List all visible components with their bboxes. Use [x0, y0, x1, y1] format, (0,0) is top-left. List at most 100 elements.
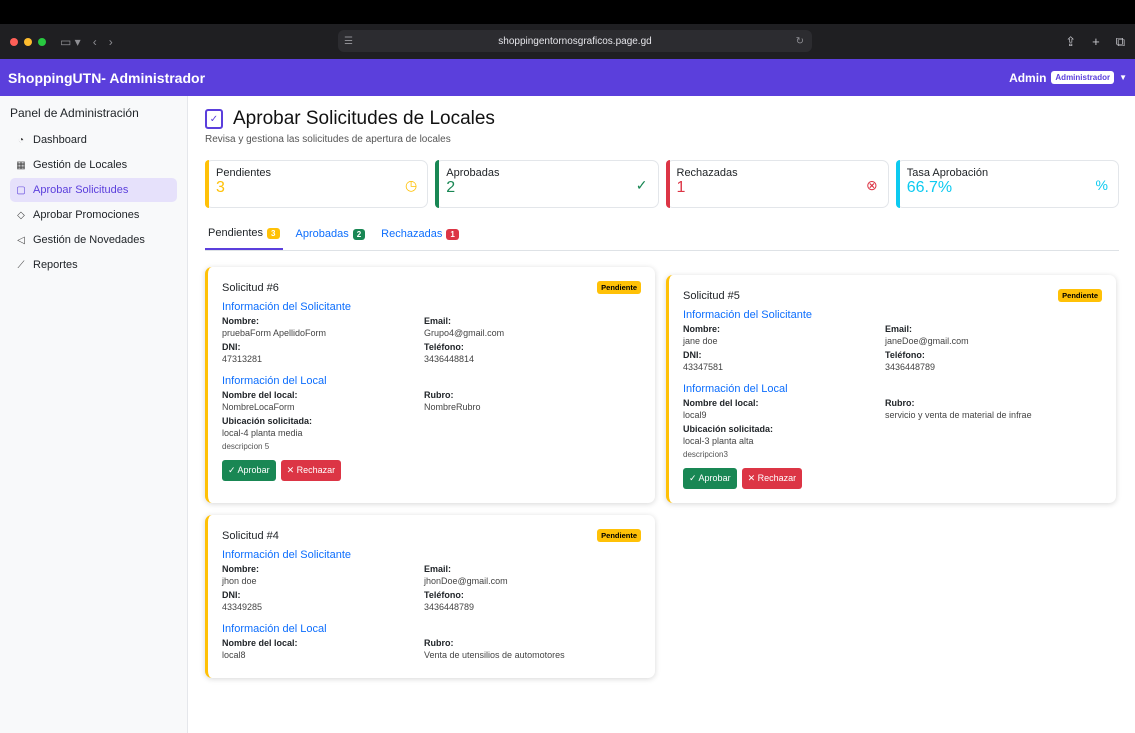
button-label: Aprobar	[698, 473, 731, 483]
request-card: Solicitud #6 Pendiente Información del S…	[205, 267, 655, 503]
field-label: Nombre:	[222, 564, 260, 574]
close-icon: ✕	[286, 465, 297, 475]
local-name: NombreLocaForm	[222, 402, 295, 412]
main-content: ✓ Aprobar Solicitudes de Locales Revisa …	[188, 96, 1135, 733]
tab-label: Aprobadas	[295, 228, 349, 240]
screen-top-strip	[0, 0, 1135, 24]
applicant-dni: 43347581	[683, 362, 724, 372]
field-label: Teléfono:	[424, 590, 464, 600]
sidebar-item-aprobar-promociones[interactable]: ◇ Aprobar Promociones	[10, 203, 177, 227]
applicant-email: jhonDoe@gmail.com	[424, 576, 508, 586]
reload-icon[interactable]: ↻	[796, 36, 804, 47]
new-tab-icon[interactable]: +	[1092, 34, 1100, 50]
stat-label: Pendientes	[216, 167, 272, 179]
request-title: Solicitud #4	[222, 529, 279, 542]
sidebar-item-reportes[interactable]: ⟋ Reportes	[10, 253, 177, 277]
request-card: Solicitud #4 Pendiente Información del S…	[205, 515, 655, 678]
megaphone-icon: ◁	[17, 234, 25, 246]
sidebar-item-label: Dashboard	[33, 134, 87, 146]
page-title: Aprobar Solicitudes de Locales	[233, 108, 495, 129]
local-rubro: NombreRubro	[424, 402, 481, 412]
field-label: Rubro:	[424, 638, 454, 648]
button-label: Aprobar	[237, 465, 270, 475]
stat-card-pendientes: Pendientes 3 ◷	[205, 160, 429, 208]
user-menu[interactable]: Admin Administrador ▼	[1009, 71, 1127, 85]
applicant-phone: 3436448814	[424, 354, 475, 364]
check-icon: ✓	[689, 473, 699, 483]
store-icon: ▦	[16, 159, 26, 171]
tab-rechazadas[interactable]: Rechazadas 1	[378, 222, 462, 250]
applicant-dni: 43349285	[222, 602, 263, 612]
button-label: Rechazar	[757, 473, 797, 483]
field-label: Teléfono:	[885, 350, 925, 360]
sidebar-item-gestion-novedades[interactable]: ◁ Gestión de Novedades	[10, 228, 177, 252]
location-description: descripcion 5	[222, 442, 270, 451]
brand-title[interactable]: ShoppingUTN- Administrador	[8, 70, 205, 86]
stat-value: 2	[446, 179, 456, 196]
back-icon[interactable]: ‹	[93, 35, 97, 49]
location-description: descripcion3	[683, 450, 728, 459]
sidebar-item-gestion-locales[interactable]: ▦ Gestión de Locales	[10, 153, 177, 177]
stat-value: 1	[676, 179, 686, 196]
address-bar[interactable]: ☰ shoppingentornosgraficos.page.gd ↻	[338, 30, 812, 52]
x-circle-icon: ⊗	[866, 177, 878, 193]
reject-button[interactable]: ✕ Rechazar	[741, 468, 803, 489]
count-badge: 1	[446, 228, 459, 240]
applicant-name: jane doe	[683, 336, 718, 346]
local-rubro: servicio y venta de material de infrae	[885, 410, 1032, 420]
tab-pendientes[interactable]: Pendientes 3	[205, 222, 283, 250]
field-label: DNI:	[222, 342, 241, 352]
field-label: Rubro:	[424, 390, 454, 400]
chart-icon: ⟋	[17, 259, 25, 271]
minimize-window-button[interactable]	[24, 37, 32, 46]
sidebar-item-aprobar-solicitudes[interactable]: ▢ Aprobar Solicitudes	[10, 178, 177, 202]
local-rubro: Venta de utensilios de automotores	[424, 650, 565, 660]
local-section-title: Información del Local	[222, 375, 327, 387]
page-settings-icon[interactable]: ☰	[344, 36, 353, 47]
sidebar: Panel de Administración ◔ Dashboard ▦ Ge…	[0, 96, 188, 733]
tab-overview-icon[interactable]: ⧉	[1116, 34, 1125, 50]
chevron-down-icon: ▼	[1119, 73, 1127, 82]
url-text: shoppingentornosgraficos.page.gd	[498, 35, 652, 47]
close-window-button[interactable]	[10, 37, 18, 46]
field-label: Email:	[424, 316, 452, 326]
request-title: Solicitud #6	[222, 281, 279, 294]
local-section-title: Información del Local	[222, 623, 327, 635]
sidebar-item-dashboard[interactable]: ◔ Dashboard	[10, 128, 177, 152]
check-circle-icon: ✓	[635, 177, 648, 193]
applicant-section-title: Información del Solicitante	[222, 549, 352, 561]
maximize-window-button[interactable]	[38, 37, 46, 46]
approve-button[interactable]: ✓ Aprobar	[683, 468, 737, 489]
sidebar-item-label: Aprobar Solicitudes	[33, 184, 129, 196]
clipboard-icon: ▢	[16, 184, 26, 196]
share-icon[interactable]: ⇪	[1065, 34, 1076, 50]
stat-card-rechazadas: Rechazadas 1 ⊗	[665, 160, 889, 208]
applicant-dni: 47313281	[222, 354, 263, 364]
tab-aprobadas[interactable]: Aprobadas 2	[293, 222, 369, 250]
applicant-phone: 3436448789	[885, 362, 936, 372]
close-icon: ✕	[747, 473, 758, 483]
role-badge: Administrador	[1051, 71, 1115, 84]
approve-button[interactable]: ✓ Aprobar	[222, 460, 276, 481]
field-label: Nombre:	[683, 324, 721, 334]
field-label: Nombre del local:	[222, 390, 298, 400]
field-label: Email:	[424, 564, 452, 574]
stat-accent-bar	[895, 160, 900, 208]
stat-value: 3	[216, 179, 225, 196]
page-subtitle: Revisa y gestiona las solicitudes de ape…	[205, 134, 451, 145]
field-label: DNI:	[222, 590, 241, 600]
forward-icon[interactable]: ›	[109, 35, 113, 49]
requested-location: local-3 planta alta	[683, 436, 754, 446]
applicant-name: jhon doe	[222, 576, 257, 586]
dashboard-icon: ◔	[17, 134, 25, 146]
field-label: Ubicación solicitada:	[222, 416, 313, 426]
count-badge: 2	[352, 228, 366, 240]
sidebar-toggle-icon[interactable]: ▭ ▾	[60, 35, 81, 49]
stat-label: Tasa Aprobación	[906, 167, 989, 179]
stat-accent-bar	[435, 160, 440, 208]
field-label: Nombre del local:	[683, 398, 759, 408]
button-label: Rechazar	[296, 465, 336, 475]
reject-button[interactable]: ✕ Rechazar	[280, 460, 342, 481]
field-label: Rubro:	[885, 398, 915, 408]
tag-icon: ◇	[17, 209, 25, 221]
